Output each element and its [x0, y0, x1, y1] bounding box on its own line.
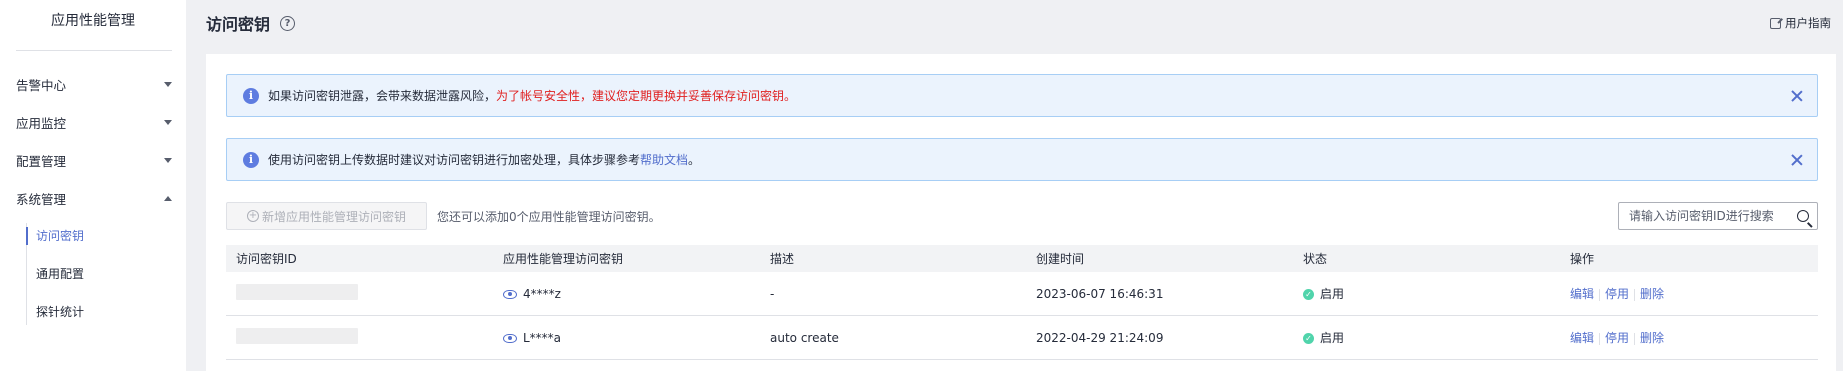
close-icon[interactable]	[1791, 154, 1803, 166]
edit-link[interactable]: 编辑	[1570, 287, 1594, 301]
sidebar-item-app-monitoring[interactable]: 应用监控	[0, 103, 186, 141]
table-row: 4****z - 2023-06-07 16:46:31 ✓ 启用 编辑 停用 删除	[226, 272, 1818, 316]
main-card: i 如果访问密钥泄露，会带来数据泄露风险，为了帐号安全性，建议您定期更换并妥善保…	[206, 54, 1836, 371]
edit-doc-icon	[1770, 17, 1781, 29]
sidebar-item-label: 告警中心	[16, 77, 67, 93]
page-header: 访问密钥 ? 用户指南	[187, 0, 1843, 46]
delete-link[interactable]: 删除	[1640, 287, 1664, 301]
search-box[interactable]	[1618, 202, 1818, 230]
toolbar: + 新增应用性能管理访问密钥 您还可以添加0个应用性能管理访问密钥。	[226, 202, 1818, 230]
alert-text-plain: 如果访问密钥泄露，会带来数据泄露风险，	[268, 89, 497, 103]
alert-text-end: 。	[688, 153, 701, 167]
actions-cell: 编辑 停用 删除	[1560, 285, 1818, 302]
sidebar: 应用性能管理 告警中心 应用监控 配置管理 系统管理 访问密钥 通用配置 探针统…	[0, 0, 186, 371]
column-header: 状态	[1303, 252, 1328, 266]
chevron-down-icon	[164, 157, 172, 163]
sidebar-item-config-management[interactable]: 配置管理	[0, 141, 186, 179]
description-cell: -	[770, 286, 775, 301]
action-divider	[1599, 288, 1601, 301]
masked-secret: 4****z	[523, 286, 561, 301]
sidebar-item-label: 配置管理	[16, 153, 67, 169]
status-text: 启用	[1320, 331, 1345, 345]
security-alert: i 如果访问密钥泄露，会带来数据泄露风险，为了帐号安全性，建议您定期更换并妥善保…	[226, 74, 1818, 117]
alert-text: 使用访问密钥上传数据时建议对访问密钥进行加密处理，具体步骤参考帮助文档。	[268, 151, 1791, 168]
column-header: 操作	[1570, 252, 1595, 266]
access-key-id-cell	[226, 284, 493, 303]
eye-icon[interactable]	[503, 289, 517, 299]
status-cell: ✓ 启用	[1293, 285, 1560, 302]
access-key-table: 访问密钥ID 应用性能管理访问密钥 描述 创建时间 状态 操作 4****z -…	[226, 245, 1818, 360]
description-cell: auto create	[770, 330, 839, 345]
secret-cell: 4****z	[493, 287, 760, 301]
column-header: 创建时间	[1036, 252, 1085, 266]
disable-link[interactable]: 停用	[1605, 331, 1629, 345]
created-time-cell: 2022-04-29 21:24:09	[1036, 330, 1164, 345]
page-title-wrap: 访问密钥 ?	[206, 11, 296, 35]
quota-hint: 您还可以添加0个应用性能管理访问密钥。	[437, 209, 661, 224]
check-circle-icon: ✓	[1303, 333, 1314, 344]
action-divider	[1634, 332, 1636, 345]
redacted-access-key-id	[236, 328, 358, 344]
info-icon: i	[243, 87, 259, 104]
chevron-down-icon	[164, 81, 172, 87]
column-header: 描述	[770, 252, 795, 266]
sidebar-item-access-keys[interactable]: 访问密钥	[26, 217, 186, 255]
chevron-down-icon	[164, 119, 172, 125]
sidebar-item-label: 应用监控	[16, 115, 67, 131]
delete-link[interactable]: 删除	[1640, 331, 1664, 345]
table-header: 访问密钥ID 应用性能管理访问密钥 描述 创建时间 状态 操作	[226, 245, 1818, 272]
eye-icon[interactable]	[503, 333, 517, 343]
table-row: L****a auto create 2022-04-29 21:24:09 ✓…	[226, 316, 1818, 360]
masked-secret: L****a	[523, 330, 562, 345]
actions-cell: 编辑 停用 删除	[1560, 329, 1818, 346]
action-divider	[1599, 332, 1601, 345]
page-title: 访问密钥	[206, 15, 271, 34]
sidebar-item-alarm-center[interactable]: 告警中心	[0, 65, 186, 103]
sidebar-item-label: 系统管理	[16, 191, 67, 207]
column-header: 应用性能管理访问密钥	[503, 252, 624, 266]
app-title: 应用性能管理	[51, 13, 135, 29]
sidebar-menu: 告警中心 应用监控 配置管理 系统管理 访问密钥 通用配置 探针统计	[0, 65, 186, 331]
column-header: 访问密钥ID	[236, 252, 297, 266]
edit-link[interactable]: 编辑	[1570, 331, 1594, 345]
search-icon[interactable]	[1797, 210, 1809, 222]
add-button-label: 新增应用性能管理访问密钥	[261, 209, 406, 224]
disable-link[interactable]: 停用	[1605, 287, 1629, 301]
status-cell: ✓ 启用	[1293, 329, 1560, 346]
redacted-access-key-id	[236, 284, 358, 300]
close-icon[interactable]	[1791, 90, 1803, 102]
alert-text-warning: 为了帐号安全性，建议您定期更换并妥善保存访问密钥。	[496, 89, 797, 103]
encryption-alert: i 使用访问密钥上传数据时建议对访问密钥进行加密处理，具体步骤参考帮助文档。	[226, 138, 1818, 181]
user-guide-label: 用户指南	[1785, 16, 1831, 30]
chevron-up-icon	[164, 195, 172, 201]
created-time-cell: 2023-06-07 16:46:31	[1036, 286, 1164, 301]
action-divider	[1634, 288, 1636, 301]
sidebar-item-system-management[interactable]: 系统管理	[0, 179, 186, 217]
secret-cell: L****a	[493, 331, 760, 345]
sidebar-divider	[16, 50, 172, 51]
status-text: 启用	[1320, 287, 1345, 301]
sidebar-item-probe-statistics[interactable]: 探针统计	[26, 293, 186, 331]
search-input[interactable]	[1629, 209, 1797, 223]
plus-circle-icon: +	[246, 210, 259, 222]
access-key-id-cell	[226, 328, 493, 347]
add-access-key-button[interactable]: + 新增应用性能管理访问密钥	[226, 202, 427, 230]
check-circle-icon: ✓	[1303, 289, 1314, 300]
help-icon[interactable]: ?	[280, 15, 296, 31]
user-guide-link[interactable]: 用户指南	[1770, 15, 1831, 31]
help-doc-link[interactable]: 帮助文档	[640, 153, 688, 167]
system-management-submenu: 访问密钥 通用配置 探针统计	[26, 217, 186, 331]
info-icon: i	[243, 151, 259, 168]
alert-text: 如果访问密钥泄露，会带来数据泄露风险，为了帐号安全性，建议您定期更换并妥善保存访…	[268, 87, 1791, 104]
sidebar-item-general-config[interactable]: 通用配置	[26, 255, 186, 293]
alert-text-plain: 使用访问密钥上传数据时建议对访问密钥进行加密处理，具体步骤参考	[268, 153, 641, 167]
